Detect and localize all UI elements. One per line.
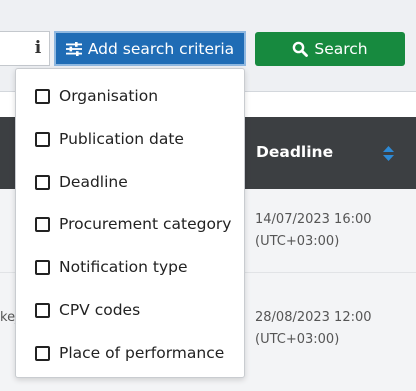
search-icon: [293, 41, 309, 57]
criteria-label: Organisation: [59, 87, 159, 105]
criteria-label: CPV codes: [59, 301, 141, 319]
deadline-timezone: (UTC+03:00): [255, 234, 340, 249]
search-criteria-dropdown: Organisation Publication date Deadline P…: [15, 68, 245, 378]
criteria-label: Procurement category: [59, 215, 232, 233]
criteria-item-cpv-codes[interactable]: CPV codes: [16, 289, 244, 331]
criteria-label: Notification type: [59, 258, 188, 276]
criteria-item-place-of-performance[interactable]: Place of performance: [16, 332, 244, 374]
checkbox[interactable]: [35, 131, 50, 147]
search-button[interactable]: Search: [255, 32, 405, 66]
criteria-item-procurement-category[interactable]: Procurement category: [16, 203, 244, 245]
deadline-date: 28/08/2023 12:00: [255, 310, 372, 325]
criteria-label: Deadline: [59, 173, 128, 191]
add-search-criteria-button[interactable]: Add search criteria: [54, 31, 246, 66]
checkbox[interactable]: [35, 174, 50, 190]
deadline-timezone: (UTC+03:00): [255, 332, 340, 347]
criteria-item-notification-type[interactable]: Notification type: [16, 246, 244, 288]
criteria-label: Publication date: [59, 130, 184, 148]
search-label: Search: [314, 40, 368, 58]
info-icon[interactable]: i: [31, 38, 45, 58]
sliders-icon: [65, 41, 82, 56]
deadline-date: 14/07/2023 16:00: [255, 212, 372, 227]
criteria-label: Place of performance: [59, 344, 225, 362]
checkbox[interactable]: [35, 302, 50, 318]
add-search-criteria-label: Add search criteria: [87, 39, 235, 58]
sort-icon[interactable]: [382, 145, 395, 162]
criteria-item-publication-date[interactable]: Publication date: [16, 118, 244, 160]
checkbox[interactable]: [35, 345, 50, 361]
criteria-item-deadline[interactable]: Deadline: [16, 161, 244, 203]
checkbox[interactable]: [35, 216, 50, 232]
criteria-item-organisation[interactable]: Organisation: [16, 75, 244, 117]
checkbox[interactable]: [35, 259, 50, 275]
checkbox[interactable]: [35, 88, 50, 104]
deadline-column-header[interactable]: Deadline: [256, 143, 333, 161]
